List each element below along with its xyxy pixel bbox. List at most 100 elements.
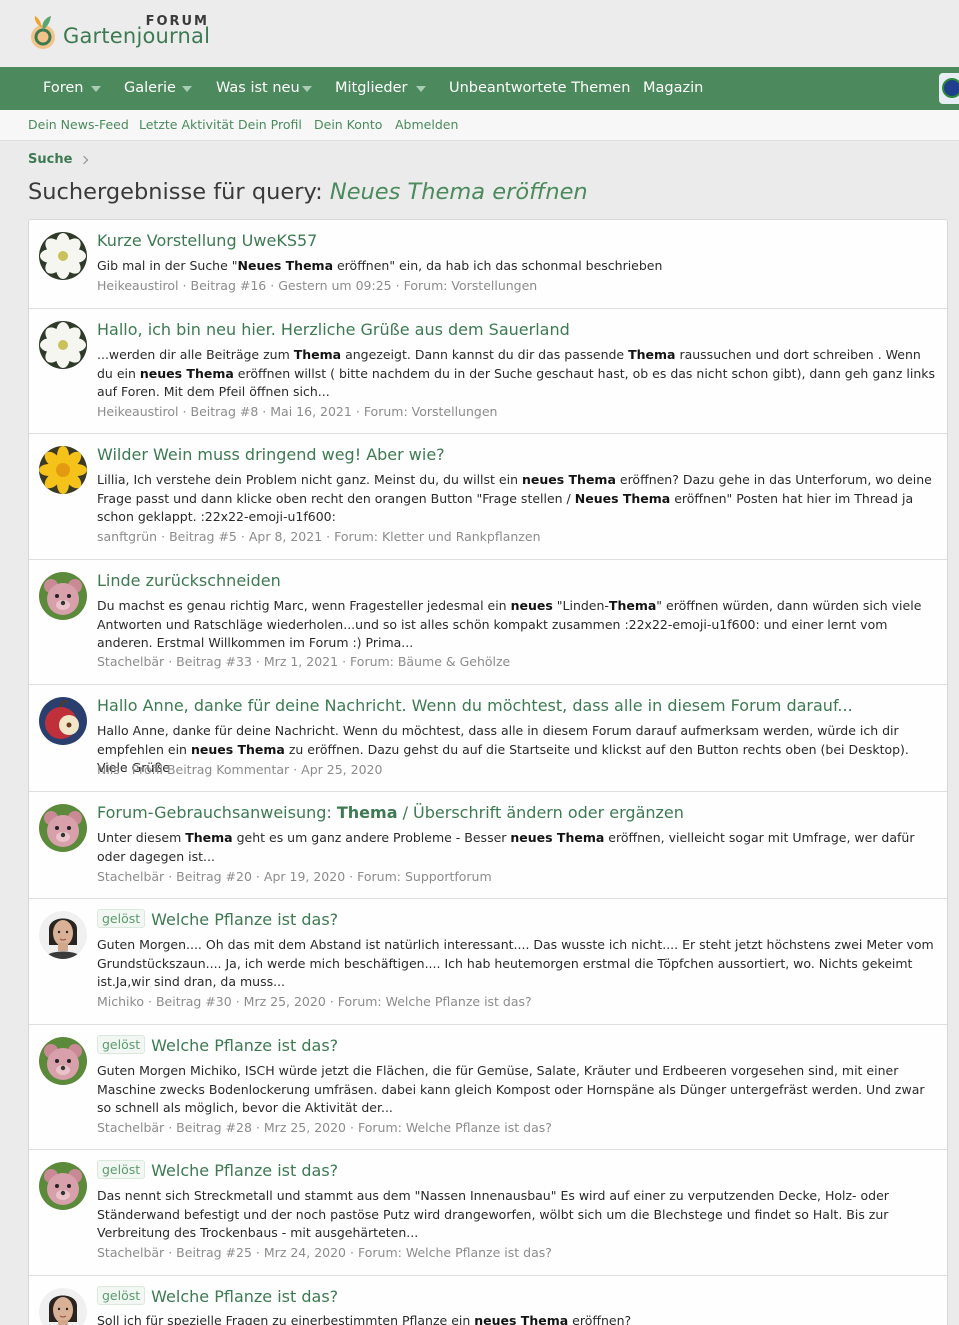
- user-avatar[interactable]: [39, 232, 87, 280]
- nav-magazin[interactable]: Magazin: [643, 67, 703, 110]
- result-author[interactable]: sanftgrün: [97, 529, 157, 544]
- result-meta-item[interactable]: Apr 19, 2020: [264, 869, 345, 884]
- result-meta-item[interactable]: Beitrag #8: [191, 404, 259, 419]
- result-meta-item[interactable]: Forum: Welche Pflanze ist das?: [338, 994, 532, 1009]
- nav-was-ist-neu-caret-icon[interactable]: [302, 86, 312, 92]
- result-title[interactable]: gelöst Welche Pflanze ist das?: [97, 1286, 338, 1306]
- result-meta-item[interactable]: Beitrag #25: [176, 1245, 252, 1260]
- result-title[interactable]: Kurze Vorstellung UweKS57: [97, 231, 317, 250]
- result-author[interactable]: Nils: [97, 762, 120, 777]
- result-title-text[interactable]: Wilder Wein muss dringend weg! Aber wie?: [97, 445, 445, 464]
- meta-separator: ·: [147, 994, 152, 1009]
- nav-galerie-caret-icon[interactable]: [182, 86, 192, 92]
- result-meta-item[interactable]: Beitrag #5: [169, 529, 237, 544]
- result-title-text[interactable]: Forum-Gebrauchsanweisung: Thema / Übersc…: [97, 803, 684, 822]
- subnav-letzte-aktivitaet[interactable]: Letzte Aktivität: [139, 110, 234, 140]
- result-snippet: Unter diesem Thema geht es um ganz ander…: [97, 830, 915, 864]
- result-meta-item[interactable]: Forum: Vorstellungen: [404, 278, 538, 293]
- meta-separator: ·: [255, 1245, 260, 1260]
- result-meta-item[interactable]: Mrz 24, 2020: [264, 1245, 346, 1260]
- site-header: FORUM Gartenjournal: [0, 0, 959, 67]
- result-title[interactable]: Linde zurückschneiden: [97, 571, 281, 590]
- meta-separator: ·: [270, 278, 275, 293]
- result-title[interactable]: Wilder Wein muss dringend weg! Aber wie?: [97, 445, 445, 464]
- user-avatar[interactable]: [39, 1288, 87, 1325]
- result-snippet: Lillia, Ich verstehe dein Problem nicht …: [97, 472, 932, 524]
- user-avatar[interactable]: [39, 446, 87, 494]
- user-avatar[interactable]: [39, 911, 87, 959]
- user-avatar[interactable]: [39, 1037, 87, 1085]
- result-meta-item[interactable]: Forum: Kletter und Rankpflanzen: [334, 529, 540, 544]
- result-title[interactable]: Hallo, ich bin neu hier. Herzliche Grüße…: [97, 320, 570, 339]
- subnav-abmelden[interactable]: Abmelden: [395, 110, 458, 140]
- result-meta-item[interactable]: Forum: Welche Pflanze ist das?: [358, 1245, 552, 1260]
- user-avatar[interactable]: [39, 697, 87, 745]
- result-title-text[interactable]: Welche Pflanze ist das?: [151, 910, 338, 929]
- result-meta-item[interactable]: Forum: Supportforum: [357, 869, 492, 884]
- result-title[interactable]: gelöst Welche Pflanze ist das?: [97, 1160, 338, 1180]
- result-title[interactable]: gelöst Welche Pflanze ist das?: [97, 909, 338, 929]
- result-meta-item[interactable]: Beitrag #30: [156, 994, 232, 1009]
- result-author[interactable]: Heikeaustirol: [97, 278, 179, 293]
- result-meta-item[interactable]: Forum: Vorstellungen: [364, 404, 498, 419]
- result-title-text[interactable]: Hallo Anne, danke für deine Nachricht. W…: [97, 696, 853, 715]
- result-meta: Stachelbär · Beitrag #33 · Mrz 1, 2021 · Forum…: [97, 654, 510, 669]
- subnav-news-feed[interactable]: Dein News-Feed: [28, 110, 129, 140]
- result-meta-item[interactable]: Beitrag #33: [176, 654, 252, 669]
- result-title-text[interactable]: Hallo, ich bin neu hier. Herzliche Grüße…: [97, 320, 570, 339]
- result-meta-item[interactable]: Mrz 1, 2021: [264, 654, 338, 669]
- result-author[interactable]: Stachelbär: [97, 869, 164, 884]
- meta-separator: ·: [255, 1120, 260, 1135]
- user-avatar[interactable]: [39, 321, 87, 369]
- result-meta: Michiko · Beitrag #30 · Mrz 25, 2020 · Forum: …: [97, 994, 532, 1009]
- nav-galerie[interactable]: Galerie: [124, 67, 176, 110]
- result-meta-item[interactable]: Forum: Welche Pflanze ist das?: [358, 1120, 552, 1135]
- meta-separator: ·: [235, 994, 240, 1009]
- result-title[interactable]: Hallo Anne, danke für deine Nachricht. W…: [97, 696, 853, 715]
- nav-foren[interactable]: Foren: [43, 67, 83, 110]
- user-avatar[interactable]: [39, 804, 87, 852]
- result-meta-item[interactable]: Beitrag #28: [176, 1120, 252, 1135]
- result-snippet: Guten Morgen.... Oh das mit dem Abstand …: [97, 937, 934, 989]
- result-meta-item[interactable]: Forum: Bäume & Gehölze: [350, 654, 510, 669]
- result-title[interactable]: Forum-Gebrauchsanweisung: Thema / Übersc…: [97, 803, 684, 822]
- result-meta-item[interactable]: Apr 8, 2021: [249, 529, 322, 544]
- result-title-text[interactable]: Linde zurückschneiden: [97, 571, 281, 590]
- nav-mitglieder[interactable]: Mitglieder: [335, 67, 408, 110]
- search-results-list: Kurze Vorstellung UweKS57 Gib mal in der …: [28, 219, 948, 1325]
- result-meta-item[interactable]: Mrz 25, 2020: [244, 994, 326, 1009]
- breadcrumb-suche[interactable]: Suche: [28, 152, 72, 167]
- result-meta-item[interactable]: Mrz 25, 2020: [264, 1120, 346, 1135]
- site-logo[interactable]: FORUM Gartenjournal: [28, 14, 213, 50]
- user-avatar[interactable]: [39, 1162, 87, 1210]
- subnav-dein-konto[interactable]: Dein Konto: [314, 110, 382, 140]
- result-title-text[interactable]: Welche Pflanze ist das?: [151, 1036, 338, 1055]
- nav-foren-caret-icon[interactable]: [91, 86, 101, 92]
- user-avatar[interactable]: [39, 572, 87, 620]
- nav-mitglieder-caret-icon[interactable]: [416, 86, 426, 92]
- chevron-right-icon: [80, 155, 89, 164]
- user-avatar[interactable]: [939, 73, 959, 104]
- nav-was-ist-neu[interactable]: Was ist neu: [216, 67, 300, 110]
- result-title-text[interactable]: Welche Pflanze ist das?: [151, 1161, 338, 1180]
- nav-unbeantwortete-themen[interactable]: Unbeantwortete Themen: [449, 67, 630, 110]
- result-author[interactable]: Stachelbär: [97, 1120, 164, 1135]
- subnav-dein-profil[interactable]: Dein Profil: [238, 110, 302, 140]
- result-author[interactable]: Michiko: [97, 994, 144, 1009]
- result-meta-item[interactable]: Mai 16, 2021: [270, 404, 352, 419]
- result-meta-item[interactable]: Beitrag #16: [191, 278, 267, 293]
- result-author[interactable]: Stachelbär: [97, 1245, 164, 1260]
- status-badge: gelöst: [97, 1286, 146, 1305]
- result-title-text[interactable]: Welche Pflanze ist das?: [151, 1287, 338, 1306]
- result-meta-item[interactable]: Profil Beitrag Kommentar: [132, 762, 289, 777]
- result-meta-item[interactable]: Beitrag #20: [176, 869, 252, 884]
- result-meta-item[interactable]: Apr 25, 2020: [301, 762, 382, 777]
- sub-nav: Dein News-Feed Letzte Aktivität Dein Pro…: [0, 110, 959, 141]
- result-meta: sanftgrün · Beitrag #5 · Apr 8, 2021 · Forum: …: [97, 529, 541, 544]
- result-title[interactable]: gelöst Welche Pflanze ist das?: [97, 1035, 338, 1055]
- result-title-text[interactable]: Kurze Vorstellung UweKS57: [97, 231, 317, 250]
- result-author[interactable]: Heikeaustirol: [97, 404, 179, 419]
- search-result: Linde zurückschneiden Du machst es genau …: [29, 560, 947, 685]
- result-meta-item[interactable]: Gestern um 09:25: [278, 278, 391, 293]
- result-author[interactable]: Stachelbär: [97, 654, 164, 669]
